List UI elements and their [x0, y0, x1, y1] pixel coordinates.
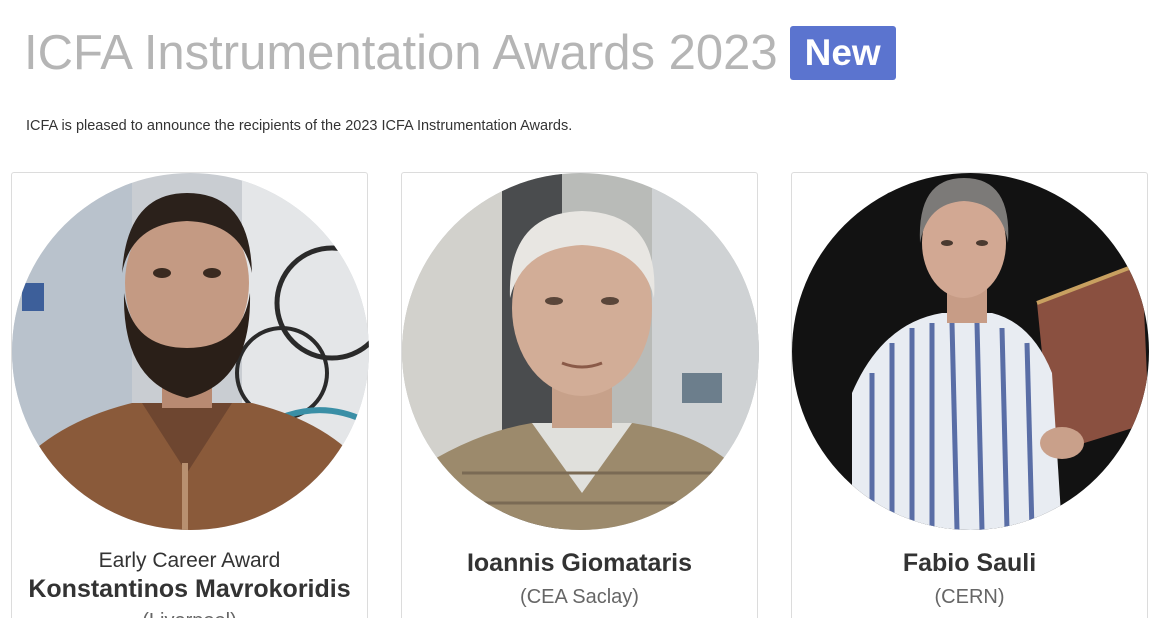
photo-portrait: [402, 173, 759, 530]
awardee-photo: [792, 173, 1149, 530]
new-badge: New: [789, 26, 896, 80]
awardee-affiliation: (CEA Saclay): [520, 586, 639, 608]
awardee-name: Ioannis Giomataris: [466, 549, 693, 577]
awardee-details: Fabio Sauli (CERN): [792, 549, 1147, 609]
intro-text: ICFA is pleased to announce the recipien…: [26, 118, 573, 134]
awardee-card: Early Career Award Konstantinos Mavrokor…: [11, 172, 369, 618]
awardee-photo: [402, 173, 759, 530]
awardee-card: Ioannis Giomataris (CEA Saclay): [401, 172, 759, 618]
awardee-details: Ioannis Giomataris (CEA Saclay): [402, 549, 757, 609]
awardee-details: Early Career Award Konstantinos Mavrokor…: [12, 549, 367, 618]
awardee-name: Konstantinos Mavrokoridis: [28, 575, 351, 603]
page-title: ICFA Instrumentation Awards 2023: [24, 26, 778, 80]
award-category: Early Career Award: [98, 549, 281, 572]
page: ICFA Instrumentation Awards 2023 New ICF…: [0, 0, 1171, 618]
awardee-card: Fabio Sauli (CERN): [791, 172, 1149, 618]
awardee-name: Fabio Sauli: [902, 549, 1037, 577]
photo-portrait: [792, 173, 1149, 530]
title-row: ICFA Instrumentation Awards 2023 New: [24, 22, 896, 84]
awardee-photo: [12, 173, 369, 530]
photo-portrait: [12, 173, 369, 530]
awardee-affiliation: (Liverpool): [12, 610, 367, 618]
awardee-affiliation: (CERN): [934, 586, 1005, 608]
